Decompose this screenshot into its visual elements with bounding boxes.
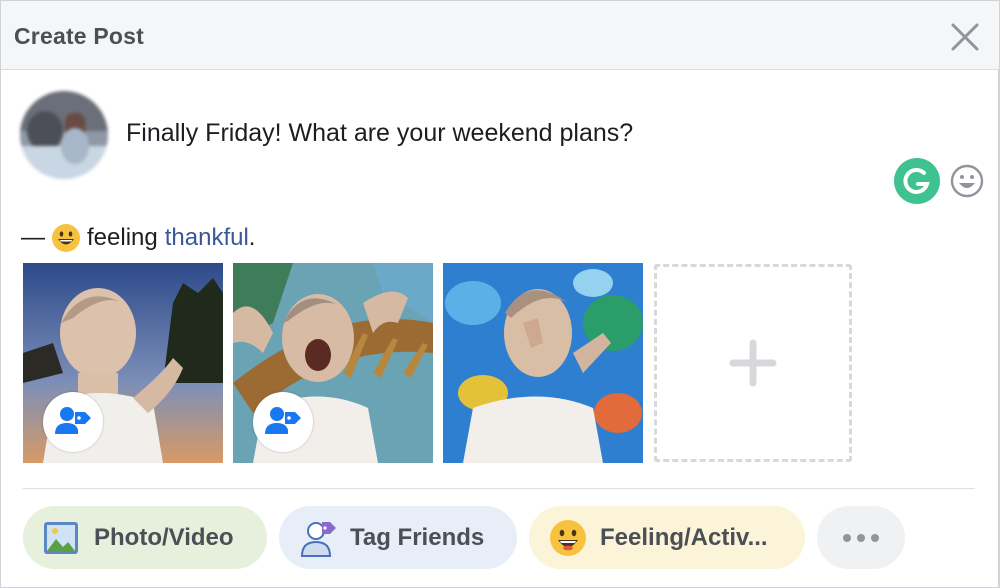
tag-friends-icon [298, 518, 338, 558]
feeling-activity-label: Feeling/Activ... [600, 523, 768, 551]
photo-video-button[interactable]: Photo/Video [23, 506, 267, 569]
feeling-prefix: — [21, 224, 45, 251]
post-text-input[interactable]: Finally Friday! What are your weekend pl… [126, 119, 633, 148]
tag-friends-button[interactable]: Tag Friends [279, 506, 517, 569]
feeling-icon [548, 518, 588, 558]
close-icon[interactable] [947, 19, 983, 55]
dialog-header: Create Post [1, 1, 999, 70]
photo-icon [42, 518, 82, 558]
plus-icon [729, 339, 777, 387]
feeling-value-link[interactable]: thankful [165, 224, 249, 252]
photo-thumbnail-2[interactable] [233, 263, 433, 463]
divider [23, 488, 975, 489]
emoji-smile-icon[interactable] [950, 164, 984, 198]
grammarly-icon[interactable] [894, 158, 940, 204]
feeling-suffix: . [248, 224, 256, 251]
tag-friends-label: Tag Friends [350, 523, 485, 551]
feeling-activity-button[interactable]: Feeling/Activ... [529, 506, 805, 569]
photo-thumbnail-3[interactable] [443, 263, 643, 463]
more-icon [843, 533, 879, 542]
photo-thumbnail-1[interactable] [23, 263, 223, 463]
smile-emoji-icon [51, 223, 81, 253]
feeling-line: — feeling thankful . [21, 223, 255, 253]
feeling-verb: feeling [87, 224, 158, 251]
add-photo-button[interactable] [654, 264, 852, 462]
avatar [20, 91, 108, 179]
photo-video-label: Photo/Video [94, 523, 234, 551]
create-post-dialog: Create Post Finally Friday! What are you… [0, 0, 1000, 588]
more-options-button[interactable] [817, 506, 905, 569]
tag-person-icon[interactable] [253, 392, 313, 452]
dialog-title: Create Post [14, 23, 145, 49]
tag-person-icon[interactable] [43, 392, 103, 452]
